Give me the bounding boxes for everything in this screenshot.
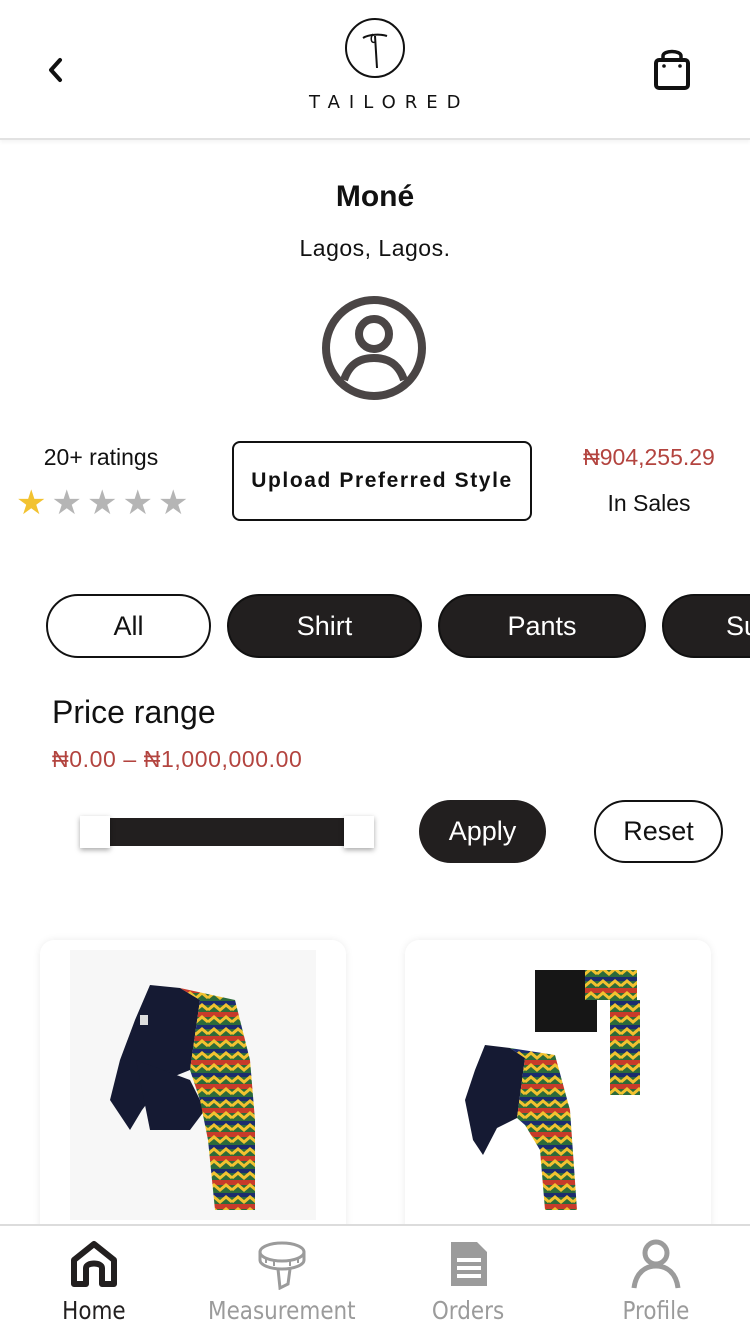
product-image-pants (70, 950, 316, 1220)
tab-label-profile: Profile (622, 1296, 689, 1325)
home-icon (70, 1241, 117, 1287)
store-name: Moné (335, 180, 415, 213)
star-empty-icon: ★ (51, 484, 82, 522)
tab-label-home: Home (61, 1296, 126, 1325)
person-icon (631, 1239, 680, 1289)
tab-measurement[interactable]: Measurement (188, 1226, 375, 1334)
product-image-outfit (465, 970, 640, 1210)
category-filter-bar: All Shirt Pants Su (0, 594, 750, 658)
star-empty-icon: ★ (86, 484, 118, 522)
reset-button[interactable]: Reset (594, 800, 723, 863)
store-avatar (320, 294, 428, 402)
tab-home[interactable]: Home (0, 1226, 187, 1334)
document-icon (450, 1242, 487, 1286)
upload-preferred-style-button[interactable]: Upload Preferred Style (232, 441, 532, 521)
slider-min-handle[interactable] (80, 816, 110, 848)
price-range-slider[interactable] (80, 816, 374, 848)
tab-label-orders: Orders (432, 1296, 505, 1325)
apply-button[interactable]: Apply (419, 800, 546, 863)
rating-stars: ★ ★ ★ ★ ★ (16, 484, 196, 522)
bottom-tab-bar: Home Measurement Orders Profile (0, 1224, 750, 1334)
category-chip-pants[interactable]: Pants (438, 594, 646, 658)
category-chip-all[interactable]: All (46, 594, 211, 658)
tab-profile[interactable]: Profile (562, 1226, 749, 1334)
star-empty-icon: ★ (157, 484, 189, 522)
app-header: TAILORED (0, 0, 750, 140)
price-range-values: ₦0.00 – ₦1,000,000.00 (52, 746, 303, 772)
shopping-bag-icon (654, 49, 690, 90)
measuring-tape-icon (258, 1241, 305, 1290)
ratings-count: 20+ ratings (43, 444, 159, 470)
price-range-title: Price range (52, 694, 216, 730)
product-card[interactable] (40, 940, 346, 1240)
store-location: Lagos, Lagos. (299, 235, 451, 261)
tab-label-measurement: Measurement (207, 1296, 356, 1325)
product-card[interactable] (405, 940, 711, 1240)
category-chip-shirt[interactable]: Shirt (227, 594, 422, 658)
sales-label: In Sales (607, 490, 691, 516)
slider-track (110, 818, 346, 846)
slider-max-handle[interactable] (344, 816, 374, 848)
category-chip-su[interactable]: Su (662, 594, 750, 658)
sales-amount: ₦904,255.29 (583, 444, 715, 470)
brand-logo: TAILORED (300, 18, 470, 118)
star-filled-icon: ★ (16, 484, 47, 522)
back-button[interactable] (36, 50, 76, 90)
chevron-left-icon (49, 58, 62, 82)
cart-button[interactable] (650, 46, 694, 94)
brand-name: TAILORED (309, 92, 470, 113)
needle-logo-icon (345, 18, 405, 78)
tab-orders[interactable]: Orders (375, 1226, 562, 1334)
star-empty-icon: ★ (122, 484, 153, 522)
user-circle-icon (322, 296, 426, 400)
